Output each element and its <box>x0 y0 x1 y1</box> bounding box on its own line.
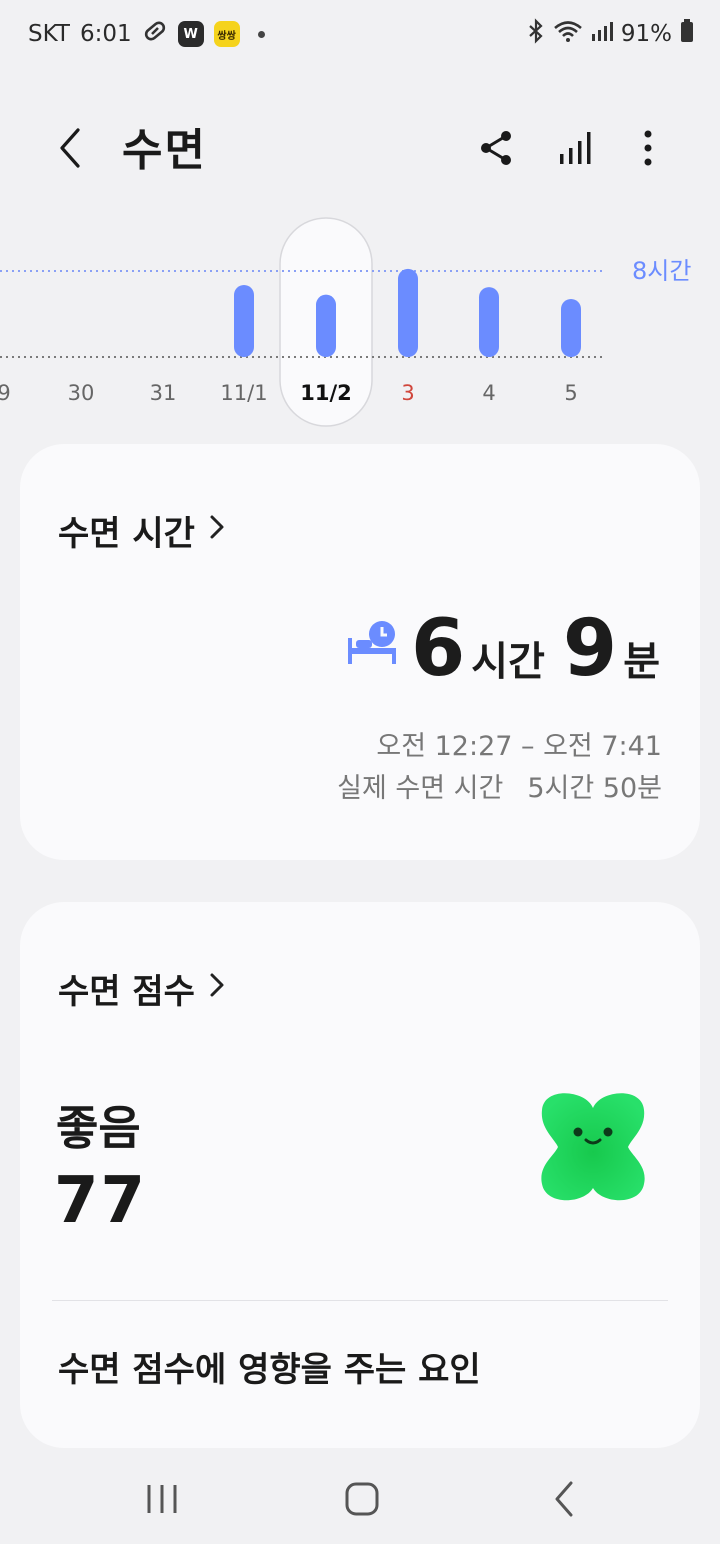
sleep-score-card[interactable]: 수면 점수 좋음 77 수면 점수에 영향을 주는 요인 <box>20 902 700 1448</box>
day-label[interactable]: 11/2 <box>300 381 352 405</box>
app-bar: 수면 <box>0 100 720 196</box>
duration-hours-unit: 시간 <box>471 639 545 685</box>
sleep-score-title-label: 수면 점수 <box>58 972 195 1012</box>
actual-sleep-label: 실제 수면 시간 <box>337 773 504 804</box>
w-app-badge: W <box>177 21 204 47</box>
yellow-app-badge: 쌍쌍 <box>213 21 240 47</box>
home-icon <box>345 1482 379 1516</box>
trends-button[interactable] <box>550 122 602 174</box>
sleep-chart: 8시간 9 30 31 11/1 11/2 3 4 5 <box>0 210 720 440</box>
bluetooth-icon <box>527 18 545 50</box>
sleep-bar[interactable] <box>398 268 418 357</box>
clock: 6:01 <box>79 21 132 47</box>
chevron-right-icon <box>209 971 225 1006</box>
day-label[interactable]: 4 <box>482 381 495 405</box>
pill-icon <box>142 18 168 50</box>
day-label[interactable]: 9 <box>0 381 11 405</box>
duration-minutes: 9 <box>562 604 618 694</box>
back-button[interactable] <box>48 122 92 174</box>
more-vertical-icon <box>644 130 652 166</box>
card-divider <box>52 1300 668 1301</box>
carrier-label: SKT <box>28 21 70 47</box>
sleep-time-title[interactable]: 수면 시간 <box>58 506 225 555</box>
notification-dot-icon <box>257 30 265 38</box>
smiling-clover-icon <box>534 1088 652 1210</box>
sleep-chart-svg: 8시간 9 30 31 11/1 11/2 3 4 5 <box>0 217 691 427</box>
signal-icon <box>591 20 613 48</box>
duration-hours: 6 <box>411 604 466 694</box>
sleep-bar[interactable] <box>479 287 499 357</box>
day-label[interactable]: 3 <box>401 381 414 405</box>
share-button[interactable] <box>470 122 522 174</box>
day-label[interactable]: 11/1 <box>220 381 267 405</box>
home-button[interactable] <box>332 1476 392 1522</box>
battery-percent: 91% <box>620 21 672 47</box>
navigation-bar <box>0 1450 720 1544</box>
wifi-icon <box>553 19 583 49</box>
day-label[interactable]: 30 <box>68 381 95 405</box>
share-icon <box>481 131 511 165</box>
day-label[interactable]: 5 <box>564 381 577 405</box>
duration-minutes-unit: 분 <box>623 639 660 685</box>
bed-icon <box>346 620 400 670</box>
chevron-right-icon <box>209 513 225 548</box>
sleep-score-rating: 좋음 <box>56 1101 141 1155</box>
day-label[interactable]: 31 <box>150 381 177 405</box>
sleep-time-title-label: 수면 시간 <box>58 514 195 554</box>
sleep-score-value: 77 <box>54 1164 148 1238</box>
sleep-bar[interactable] <box>316 294 336 357</box>
sleep-time-range: 오전 12:27 – 오전 7:41 <box>376 731 662 762</box>
status-bar: SKT 6:01 W 쌍쌍 91% <box>0 0 720 66</box>
battery-icon <box>680 19 694 49</box>
recent-apps-button[interactable] <box>132 1476 192 1522</box>
score-factors-title[interactable]: 수면 점수에 영향을 주는 요인 <box>58 1342 481 1391</box>
actual-sleep-row: 실제 수면 시간 5시간 50분 <box>337 766 662 805</box>
chevron-left-icon <box>60 128 80 168</box>
sleep-time-card[interactable]: 수면 시간 6 시간 9 분 오전 12:27 – 오전 7:41 실제 수면 … <box>20 444 700 860</box>
sleep-bar[interactable] <box>234 284 254 357</box>
nav-back-button[interactable] <box>534 1476 594 1522</box>
sleep-score-title[interactable]: 수면 점수 <box>58 964 225 1013</box>
recent-apps-icon <box>147 1485 177 1513</box>
actual-sleep-value: 5시간 50분 <box>527 773 662 804</box>
back-arrow-icon <box>555 1481 573 1517</box>
page-title: 수면 <box>122 125 207 176</box>
more-options-button[interactable] <box>622 122 674 174</box>
bar-chart-icon <box>560 132 591 164</box>
reference-label: 8시간 <box>632 257 691 285</box>
sleep-duration: 6 시간 9 분 <box>411 604 660 694</box>
sleep-bar[interactable] <box>561 298 581 357</box>
